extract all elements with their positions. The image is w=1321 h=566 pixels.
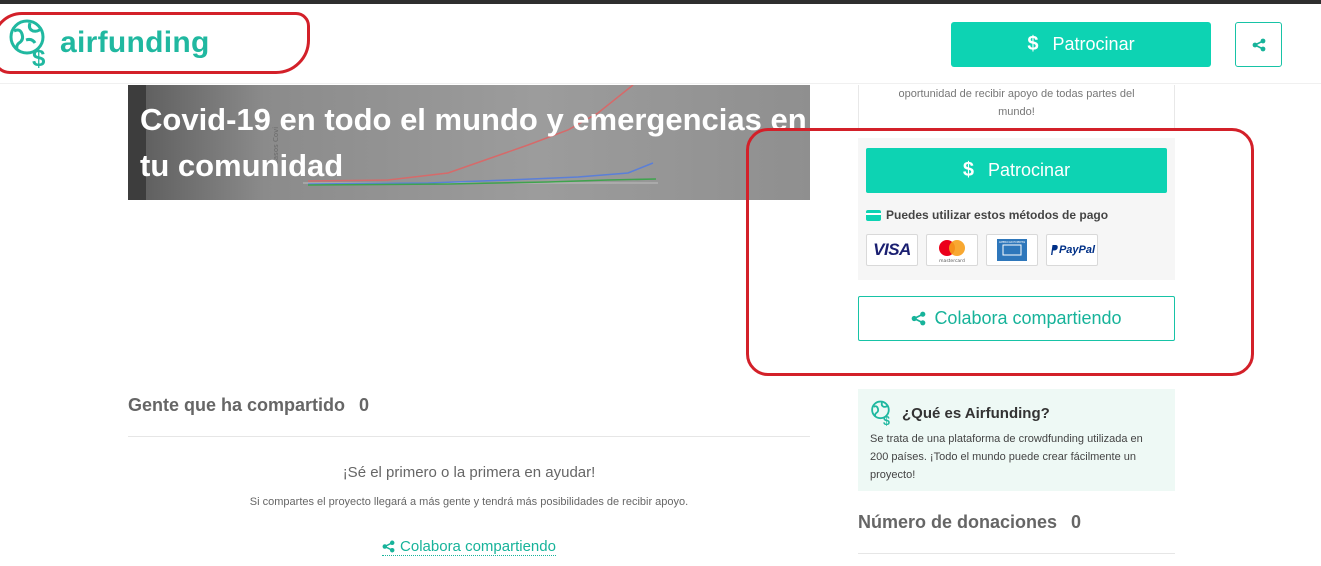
sidebar-intro-text: oportunidad de recibir apoyo de todas pa… — [858, 85, 1175, 129]
project-hero-image: Casos Covi Covid-19 en todo el mundo y e… — [128, 85, 810, 200]
svg-text:$: $ — [883, 414, 890, 426]
collaborate-sharing-button[interactable]: Colabora compartiendo — [858, 296, 1175, 341]
site-header: $ airfunding $ Patrocinar — [0, 4, 1321, 84]
share-link-wrapper: Colabora compartiendo — [128, 538, 810, 557]
visa-logo: VISA — [866, 234, 918, 266]
paypal-logo: PayPal — [1046, 234, 1098, 266]
amex-icon: AMERICAN EXPRESS — [997, 239, 1027, 261]
share-icon — [1252, 38, 1265, 51]
share-icon — [912, 311, 926, 326]
sponsor-button-label: Patrocinar — [988, 160, 1071, 180]
credit-card-icon — [866, 209, 881, 221]
be-first-text: ¡Sé el primero o la primera en ayudar! — [342, 464, 596, 481]
collaborate-sharing-link[interactable]: Colabora compartiendo — [382, 538, 556, 556]
header-sponsor-label: Patrocinar — [1052, 34, 1135, 54]
amex-logo: AMERICAN EXPRESS — [986, 234, 1038, 266]
mastercard-icon: mastercard — [939, 240, 965, 264]
donations-count-heading: Número de donaciones 0 — [858, 512, 1081, 533]
payment-methods-label: Puedes utilizar estos métodos de pago — [866, 208, 1108, 222]
divider — [858, 553, 1175, 554]
dollar-icon: $ — [962, 159, 975, 181]
project-title: Covid-19 en todo el mundo y emergencias … — [140, 102, 807, 183]
collaborate-sharing-label: Colabora compartiendo — [934, 308, 1122, 328]
donations-count: 0 — [1071, 512, 1082, 532]
info-title: ¿Qué es Airfunding? — [902, 404, 1050, 422]
paypal-p-icon — [1050, 245, 1058, 255]
shared-people-count: 0 — [359, 395, 370, 415]
paypal-logo-text: PayPal — [1058, 244, 1096, 256]
dollar-icon: $ — [1027, 33, 1039, 55]
payment-box: $ Patrocinar Puedes utilizar estos métod… — [858, 138, 1175, 280]
share-note-text: Si compartes el proyecto llegará a más g… — [249, 496, 689, 508]
shared-people-label: Gente que ha compartido — [128, 395, 346, 415]
payment-methods-list: VISA mastercard AMERICAN EXPRESS PayPal — [866, 234, 1098, 266]
info-text: Se trata de una plataforma de crowdfundi… — [870, 433, 1143, 481]
sponsor-button[interactable]: $ Patrocinar — [866, 148, 1167, 193]
shared-people-heading: Gente que ha compartido 0 — [128, 395, 369, 416]
svg-text:AMERICAN EXPRESS: AMERICAN EXPRESS — [999, 240, 1026, 244]
header-sponsor-button[interactable]: $ Patrocinar — [951, 22, 1211, 67]
what-is-airfunding-box: $ ¿Qué es Airfunding? Se trata de una pl… — [858, 389, 1175, 491]
payment-methods-text: Puedes utilizar estos métodos de pago — [886, 208, 1109, 222]
divider — [128, 436, 810, 437]
share-icon — [382, 540, 395, 553]
header-share-button[interactable] — [1235, 22, 1282, 67]
annotation-circle-logo — [0, 12, 310, 74]
collaborate-sharing-link-label: Colabora compartiendo — [400, 538, 556, 555]
svg-text:mastercard: mastercard — [939, 258, 965, 264]
info-heading: $ ¿Qué es Airfunding? — [870, 400, 1163, 426]
donations-label: Número de donaciones — [858, 512, 1058, 532]
globe-dollar-icon: $ — [871, 400, 890, 426]
visa-logo-text: VISA — [873, 240, 911, 259]
mastercard-logo: mastercard — [926, 234, 978, 266]
